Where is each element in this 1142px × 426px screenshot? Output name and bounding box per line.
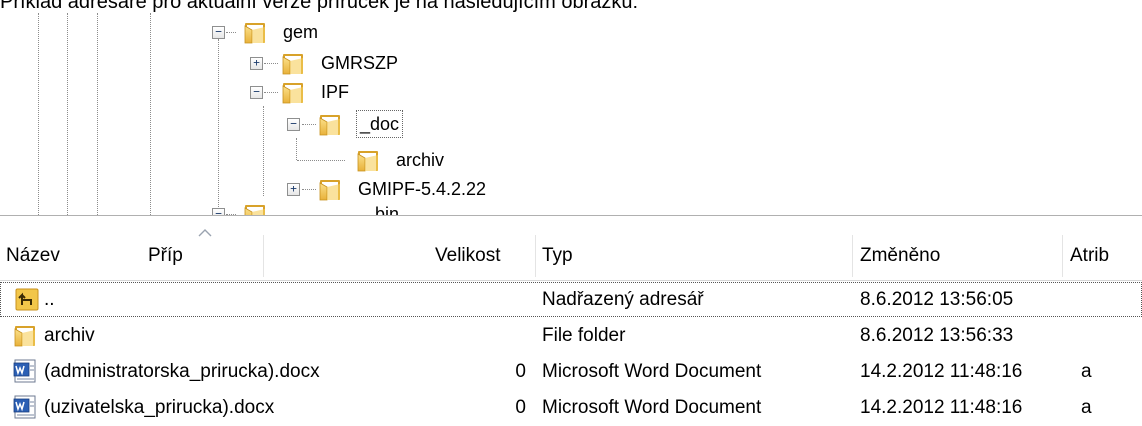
folder-icon [12,322,38,348]
tree-guide-line [263,106,264,196]
file-list[interactable]: .. Nadřazený adresář 8.6.2012 13:56:05 a… [0,282,1142,426]
word-document-icon [13,359,36,383]
caption-text: Příklad adresáře pro aktuální verze přír… [0,0,639,13]
file-type: Nadřazený adresář [542,289,704,310]
tree-node-doc[interactable]: _doc [355,110,404,138]
column-header-attributes[interactable]: Atrib [1070,231,1109,281]
file-modified: 8.6.2012 13:56:05 [860,289,1014,310]
file-attributes: a [1081,397,1092,418]
tree-guide-line [67,13,68,215]
sort-ascending-icon [198,229,212,237]
folder-icon [317,176,343,202]
file-row-parent[interactable]: .. Nadřazený adresář 8.6.2012 13:56:05 [0,282,1142,317]
tree-guide-line [264,92,278,93]
file-attributes [1081,282,1131,317]
file-type: Microsoft Word Document [542,361,762,382]
file-name: .. [44,289,55,310]
tree-node-archiv[interactable]: archiv [396,147,444,173]
column-divider[interactable] [1062,235,1063,277]
file-modified: 14.2.2012 11:48:16 [860,361,1023,382]
parent-folder-icon [15,288,39,311]
file-name: archiv [44,325,95,346]
tree-guide-line [302,189,316,190]
file-modified: 14.2.2012 11:48:16 [860,397,1023,418]
tree-guide-line [218,39,219,215]
tree-guide-line [150,13,151,215]
tree-guide-line [297,160,345,161]
tree-node-gmipf[interactable]: GMIPF-5.4.2.22 [358,176,486,202]
tree-collapse-toggle[interactable]: − [250,86,263,99]
folder-icon [280,50,306,76]
file-size: 0 [515,397,526,418]
tree-node-ipf[interactable]: IPF [321,79,349,105]
column-header-modified[interactable]: Změněno [860,231,940,281]
file-row-document[interactable]: (administratorska_prirucka).docx 0 Micro… [0,354,1142,389]
tree-expand-toggle[interactable]: + [250,57,263,70]
file-list-header: Název Příp Velikost Typ Změněno Atrib [0,229,1142,281]
file-name: (administratorska_prirucka).docx [44,361,320,382]
column-header-type[interactable]: Typ [542,231,573,281]
folder-icon [242,19,268,45]
column-header-name[interactable]: Název [6,231,60,281]
file-modified: 8.6.2012 13:56:33 [860,325,1014,346]
tree-node-gmrszp[interactable]: GMRSZP [321,50,398,76]
file-size [440,282,526,317]
tree-collapse-toggle[interactable]: − [212,208,225,215]
tree-guide-line [97,13,98,215]
file-name: (uzivatelska_prirucka).docx [44,397,275,418]
tree-guide-line [226,32,236,33]
folder-icon [242,201,268,215]
folder-tree[interactable]: − gem + GMRSZP − IPF − _doc archiv + GMI… [0,13,1142,215]
column-divider[interactable] [852,235,853,277]
folder-icon [355,147,381,173]
file-size: 0 [515,361,526,382]
folder-icon [280,79,306,105]
column-divider[interactable] [535,235,536,277]
file-type: File folder [542,325,626,346]
tree-collapse-toggle[interactable]: − [212,26,225,39]
file-row-document[interactable]: (uzivatelska_prirucka).docx 0 Microsoft … [0,390,1142,425]
column-header-extension[interactable]: Příp [148,231,183,281]
tree-guide-line [264,63,278,64]
tree-guide-line [296,138,297,160]
file-attributes: a [1081,361,1092,382]
file-size [440,318,526,353]
tree-expand-toggle[interactable]: + [287,183,300,196]
column-header-size[interactable]: Velikost [435,231,500,281]
folder-icon [317,111,343,137]
tree-guide-line [302,124,316,125]
file-attributes [1081,318,1131,353]
column-divider[interactable] [263,235,264,277]
word-document-icon [13,395,36,419]
tree-node-partial[interactable]: ...bin [360,201,399,215]
file-row-folder[interactable]: archiv File folder 8.6.2012 13:56:33 [0,318,1142,353]
tree-node-gem[interactable]: gem [283,19,318,45]
pane-divider[interactable] [0,215,1142,216]
tree-collapse-toggle[interactable]: − [287,118,300,131]
tree-guide-line [38,13,39,215]
file-type: Microsoft Word Document [542,397,762,418]
